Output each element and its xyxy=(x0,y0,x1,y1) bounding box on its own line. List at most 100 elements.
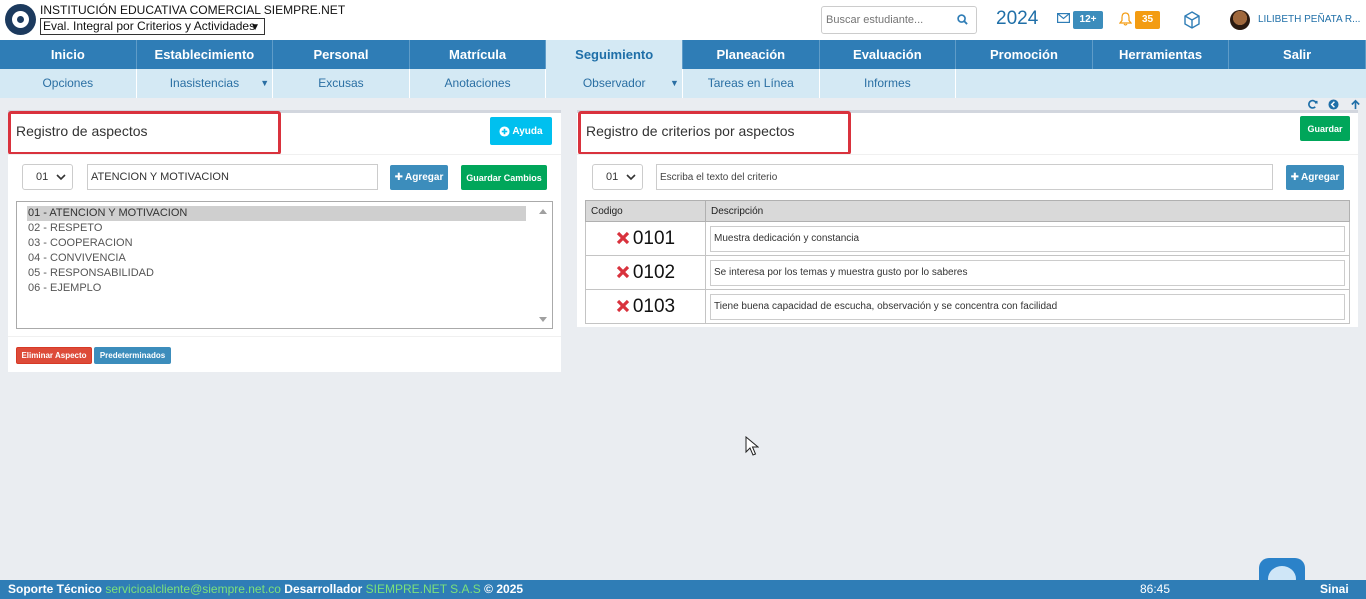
cube-icon[interactable] xyxy=(1183,11,1201,29)
subnav-item-opciones[interactable]: Opciones xyxy=(0,69,137,98)
brand-name: Sinai xyxy=(1320,582,1349,596)
scroll-up-icon[interactable] xyxy=(539,209,547,214)
chevron-down-icon xyxy=(56,174,66,181)
save-criteria-button[interactable]: Guardar xyxy=(1300,116,1350,141)
developer-name[interactable]: SIEMPRE.NET S.A.S xyxy=(366,582,481,596)
module-select-value: Eval. Integral por Criterios y Actividad… xyxy=(43,19,256,33)
criterion-code: 0102 xyxy=(632,261,676,283)
highlight-box xyxy=(8,111,281,155)
aspect-name-input[interactable] xyxy=(87,164,378,190)
criterion-code-cell: 0102 xyxy=(585,255,706,290)
subnav-item-tareas-en-linea[interactable]: Tareas en Línea xyxy=(683,69,820,98)
list-item[interactable]: 04 - CONVIVENCIA xyxy=(17,251,526,266)
delete-x-icon[interactable] xyxy=(616,231,630,245)
arrow-up-icon[interactable] xyxy=(1350,99,1361,110)
save-changes-button[interactable]: Guardar Cambios xyxy=(461,165,547,190)
add-aspect-button[interactable]: ✚ Agregar xyxy=(390,165,448,190)
add-criterion-label: Agregar xyxy=(1301,172,1340,183)
panel-divider xyxy=(577,154,1358,155)
criterion-code: 0103 xyxy=(632,295,676,317)
caret-down-icon: ▼ xyxy=(260,78,270,88)
defaults-button[interactable]: Predeterminados xyxy=(94,347,171,364)
nav-item-planeacion[interactable]: Planeación xyxy=(683,40,820,69)
help-button[interactable]: Ayuda xyxy=(490,117,552,145)
academic-year[interactable]: 2024 xyxy=(996,8,1038,30)
aspects-listbox[interactable]: 01 - ATENCION Y MOTIVACION 02 - RESPETO … xyxy=(16,201,553,329)
nav-item-matricula[interactable]: Matrícula xyxy=(410,40,547,69)
criterion-text-input[interactable] xyxy=(656,164,1273,190)
chevron-down-icon: ▼ xyxy=(250,22,260,33)
scroll-down-icon[interactable] xyxy=(539,317,547,322)
search-icon[interactable] xyxy=(957,14,968,25)
delete-aspect-button[interactable]: Eliminar Aspecto xyxy=(16,347,92,364)
plus-icon: ✚ xyxy=(1290,172,1300,183)
criterion-code: 0101 xyxy=(632,227,676,249)
mail-icon[interactable] xyxy=(1057,13,1070,23)
student-search-input[interactable] xyxy=(822,7,950,33)
subnav-item-inasistencias[interactable]: Inasistencias ▼ xyxy=(137,69,274,98)
subnav-spacer xyxy=(956,69,1093,98)
nav-item-personal[interactable]: Personal xyxy=(273,40,410,69)
copyright: © 2025 xyxy=(484,582,524,596)
delete-x-icon[interactable] xyxy=(616,265,630,279)
delete-x-icon[interactable] xyxy=(616,299,630,313)
subnav-item-excusas[interactable]: Excusas xyxy=(273,69,410,98)
help-button-label: Ayuda xyxy=(512,125,543,137)
user-name[interactable]: LILIBETH PEÑATA R... xyxy=(1258,14,1360,25)
criteria-table: Codigo Descripción 0101 0102 xyxy=(585,200,1350,324)
table-row: 0101 xyxy=(585,221,1350,256)
list-item[interactable]: 01 - ATENCION Y MOTIVACION xyxy=(27,206,526,221)
module-select[interactable]: Eval. Integral por Criterios y Actividad… xyxy=(40,18,265,35)
support-label: Soporte Técnico xyxy=(8,582,103,596)
nav-item-promocion[interactable]: Promoción xyxy=(956,40,1093,69)
highlight-box xyxy=(578,111,851,155)
bell-icon[interactable] xyxy=(1119,12,1132,26)
plus-icon: ✚ xyxy=(394,172,404,183)
avatar[interactable] xyxy=(1230,10,1250,30)
institution-logo[interactable] xyxy=(5,4,36,35)
criterion-description-input[interactable] xyxy=(710,293,1345,320)
chevron-down-icon xyxy=(626,174,636,181)
column-header-description: Descripción xyxy=(705,200,1350,222)
subnav-item-observador[interactable]: Observador ▼ xyxy=(546,69,683,98)
nav-item-evaluacion[interactable]: Evaluación xyxy=(820,40,957,69)
panel-divider xyxy=(8,336,561,337)
nav-item-seguimiento[interactable]: Seguimiento xyxy=(546,40,683,69)
list-item[interactable]: 03 - COOPERACION xyxy=(17,236,526,251)
nav-item-salir[interactable]: Salir xyxy=(1229,40,1366,69)
criteria-code-select[interactable]: 01 xyxy=(592,164,643,190)
messages-badge[interactable]: 12+ xyxy=(1073,11,1103,29)
footer-credits: Soporte Técnico servicioalcliente@siempr… xyxy=(8,580,523,599)
subnav-label: Informes xyxy=(864,76,911,90)
institution-name: INSTITUCIÓN EDUCATIVA COMERCIAL SIEMPRE.… xyxy=(40,3,346,17)
criterion-description-cell xyxy=(705,221,1350,256)
criterion-description-input[interactable] xyxy=(710,259,1345,286)
aspect-code-select[interactable]: 01 xyxy=(22,164,73,190)
subnav-item-informes[interactable]: Informes xyxy=(820,69,957,98)
nav-item-inicio[interactable]: Inicio xyxy=(0,40,137,69)
session-timer: 86:45 xyxy=(1140,582,1171,596)
back-circle-icon[interactable] xyxy=(1328,99,1339,110)
criteria-code-value: 01 xyxy=(606,171,619,183)
list-item[interactable]: 02 - RESPETO xyxy=(17,221,526,236)
table-row: 0103 xyxy=(585,289,1350,324)
student-search[interactable] xyxy=(821,6,977,34)
aspects-panel: Registro de aspectos Ayuda 01 ✚Agregar G… xyxy=(8,110,561,372)
list-item[interactable]: 05 - RESPONSABILIDAD xyxy=(17,266,526,281)
list-item[interactable]: 06 - EJEMPLO xyxy=(17,281,526,296)
listbox-scrollbar[interactable] xyxy=(535,202,552,328)
criterion-description-input[interactable] xyxy=(710,225,1345,252)
refresh-icon[interactable] xyxy=(1307,99,1318,110)
developer-label: Desarrollador xyxy=(284,582,363,596)
nav-item-herramientas[interactable]: Herramientas xyxy=(1093,40,1230,69)
notifications-badge[interactable]: 35 xyxy=(1135,11,1160,29)
plus-circle-icon xyxy=(499,125,510,137)
subnav-item-anotaciones[interactable]: Anotaciones xyxy=(410,69,547,98)
criterion-description-cell xyxy=(705,289,1350,324)
support-email-link[interactable]: servicioalcliente@siempre.net.co xyxy=(105,582,281,596)
add-criterion-button[interactable]: ✚ Agregar xyxy=(1286,165,1344,190)
criteria-panel: Registro de criterios por aspectos Guard… xyxy=(577,110,1358,327)
nav-item-establecimiento[interactable]: Establecimiento xyxy=(137,40,274,69)
subnav-label: Observador xyxy=(582,76,646,90)
subnav-label: Opciones xyxy=(42,76,94,90)
